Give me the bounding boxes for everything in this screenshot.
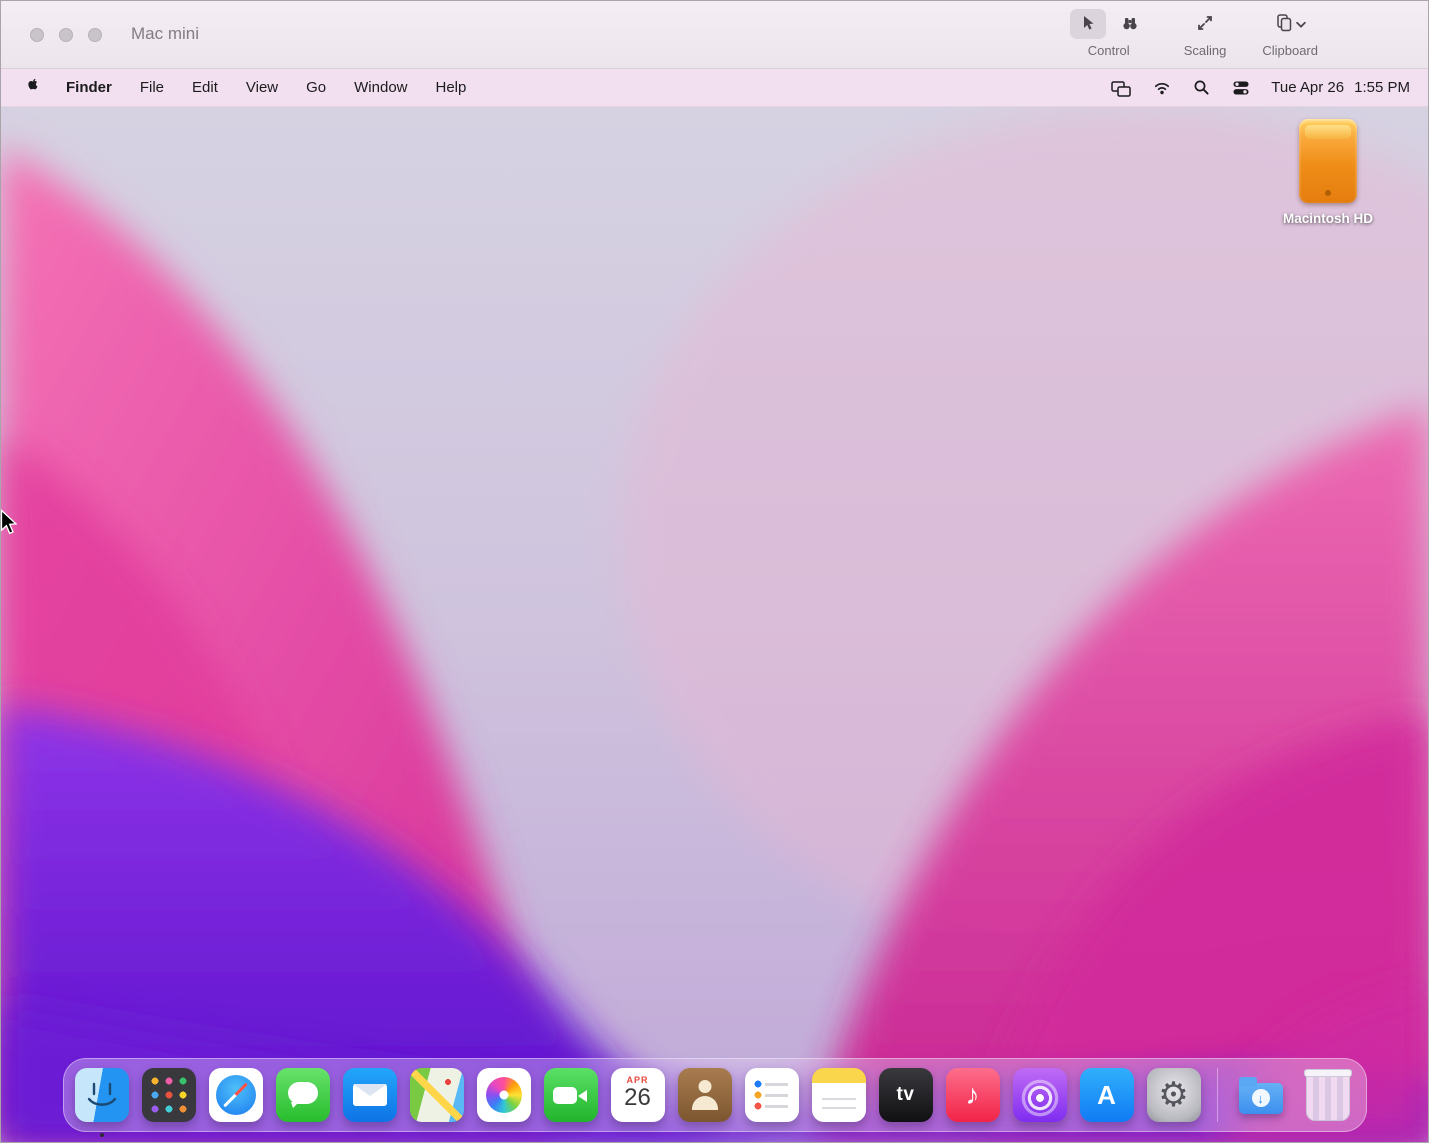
calendar-icon: APR 26 (611, 1068, 665, 1122)
music-glyph: ♪ (946, 1068, 1000, 1122)
clipboard-label: Clipboard (1262, 43, 1318, 58)
volume-label: Macintosh HD (1268, 211, 1388, 226)
messages-bubble-icon (276, 1068, 330, 1122)
dock-contacts[interactable] (678, 1068, 732, 1122)
mouse-cursor (1, 509, 19, 540)
binoculars-icon (1120, 13, 1140, 36)
menu-bar: Finder File Edit View Go Window Help (1, 69, 1428, 107)
menu-item-go[interactable]: Go (306, 79, 326, 96)
dock-safari[interactable] (209, 1068, 263, 1122)
scaling-group: Scaling (1184, 8, 1227, 58)
screen-mirroring-icon[interactable] (1110, 78, 1132, 98)
safari-compass-icon (209, 1068, 263, 1122)
menu-item-help[interactable]: Help (436, 79, 467, 96)
menu-item-file[interactable]: File (140, 79, 164, 96)
clipboard-button[interactable] (1272, 9, 1308, 39)
gear-icon: ⚙ (1147, 1068, 1201, 1122)
photos-pinwheel-icon (477, 1068, 531, 1122)
contacts-icon (678, 1068, 732, 1122)
menu-item-window[interactable]: Window (354, 79, 407, 96)
dock-finder[interactable] (75, 1068, 129, 1122)
dock-calendar[interactable]: APR 26 (611, 1068, 665, 1122)
clock-date: Tue Apr 26 (1271, 79, 1344, 96)
dock-downloads[interactable]: ↓ (1234, 1068, 1288, 1122)
menu-item-edit[interactable]: Edit (192, 79, 218, 96)
download-arrow-glyph: ↓ (1252, 1089, 1270, 1107)
cursor-icon (1078, 13, 1098, 36)
titlebar-toolbar: Control Scaling (1070, 8, 1318, 58)
apple-tv-icon: tv (879, 1068, 933, 1122)
scaling-label: Scaling (1184, 43, 1227, 58)
reminders-icon (745, 1068, 799, 1122)
traffic-lights (30, 28, 102, 42)
control-center-icon[interactable] (1231, 78, 1251, 98)
apple-menu[interactable] (23, 77, 38, 98)
menu-bar-clock[interactable]: Tue Apr 26 1:55 PM (1271, 79, 1410, 96)
spotlight-search-icon[interactable] (1192, 78, 1211, 97)
hard-drive-icon (1299, 119, 1357, 203)
menu-bar-status: Tue Apr 26 1:55 PM (1110, 78, 1428, 98)
minimize-button[interactable] (59, 28, 73, 42)
scaling-button[interactable] (1187, 9, 1223, 39)
observe-mode-button[interactable] (1112, 9, 1148, 39)
calendar-day: 26 (611, 1084, 665, 1112)
dock-music[interactable]: ♪ (946, 1068, 1000, 1122)
wifi-icon[interactable] (1152, 78, 1172, 98)
gear-glyph: ⚙ (1147, 1068, 1201, 1122)
dock-podcasts[interactable] (1013, 1068, 1067, 1122)
music-note-icon: ♪ (946, 1068, 1000, 1122)
control-mode-button[interactable] (1070, 9, 1106, 39)
wallpaper (1, 107, 1428, 1142)
trash-icon (1306, 1070, 1350, 1121)
window-titlebar: Mac mini (1, 1, 1428, 69)
clock-time: 1:55 PM (1354, 79, 1410, 96)
downloads-folder-icon: ↓ (1234, 1068, 1288, 1122)
desktop[interactable]: Macintosh HD (1, 107, 1428, 1142)
dock: APR 26 tv ♪ (63, 1058, 1367, 1132)
facetime-camera-icon (544, 1068, 598, 1122)
dock-photos[interactable] (477, 1068, 531, 1122)
chevron-down-icon (1296, 17, 1306, 32)
dock-system-preferences[interactable]: ⚙ (1147, 1068, 1201, 1122)
zoom-button[interactable] (88, 28, 102, 42)
dock-mail[interactable] (343, 1068, 397, 1122)
app-store-icon: A (1080, 1068, 1134, 1122)
dock-tv[interactable]: tv (879, 1068, 933, 1122)
dock-trash[interactable] (1301, 1068, 1355, 1122)
menu-item-view[interactable]: View (246, 79, 278, 96)
dock-app-store[interactable]: A (1080, 1068, 1134, 1122)
menu-bar-left: Finder File Edit View Go Window Help (1, 77, 466, 98)
tv-glyph: tv (879, 1068, 933, 1122)
dock-messages[interactable] (276, 1068, 330, 1122)
screen-sharing-window: Mac mini (0, 0, 1429, 1143)
control-label: Control (1088, 43, 1130, 58)
desktop-volume-macintosh-hd[interactable]: Macintosh HD (1268, 119, 1388, 226)
menu-item-finder[interactable]: Finder (66, 79, 112, 96)
apple-logo-icon (23, 77, 38, 98)
notes-icon (812, 1068, 866, 1122)
close-button[interactable] (30, 28, 44, 42)
dock-separator (1217, 1068, 1218, 1122)
launchpad-icon (142, 1068, 196, 1122)
control-group: Control (1070, 8, 1148, 58)
dock-notes[interactable] (812, 1068, 866, 1122)
app-store-glyph: A (1080, 1068, 1134, 1122)
mail-envelope-icon (343, 1068, 397, 1122)
podcasts-icon (1013, 1068, 1067, 1122)
finder-icon (75, 1068, 129, 1122)
dock-reminders[interactable] (745, 1068, 799, 1122)
dock-facetime[interactable] (544, 1068, 598, 1122)
clipboard-group: Clipboard (1262, 8, 1318, 58)
window-title: Mac mini (131, 24, 199, 44)
dock-launchpad[interactable] (142, 1068, 196, 1122)
dock-maps[interactable] (410, 1068, 464, 1122)
scaling-arrows-icon (1195, 13, 1215, 36)
clipboard-icon (1274, 12, 1296, 37)
maps-icon (410, 1068, 464, 1122)
